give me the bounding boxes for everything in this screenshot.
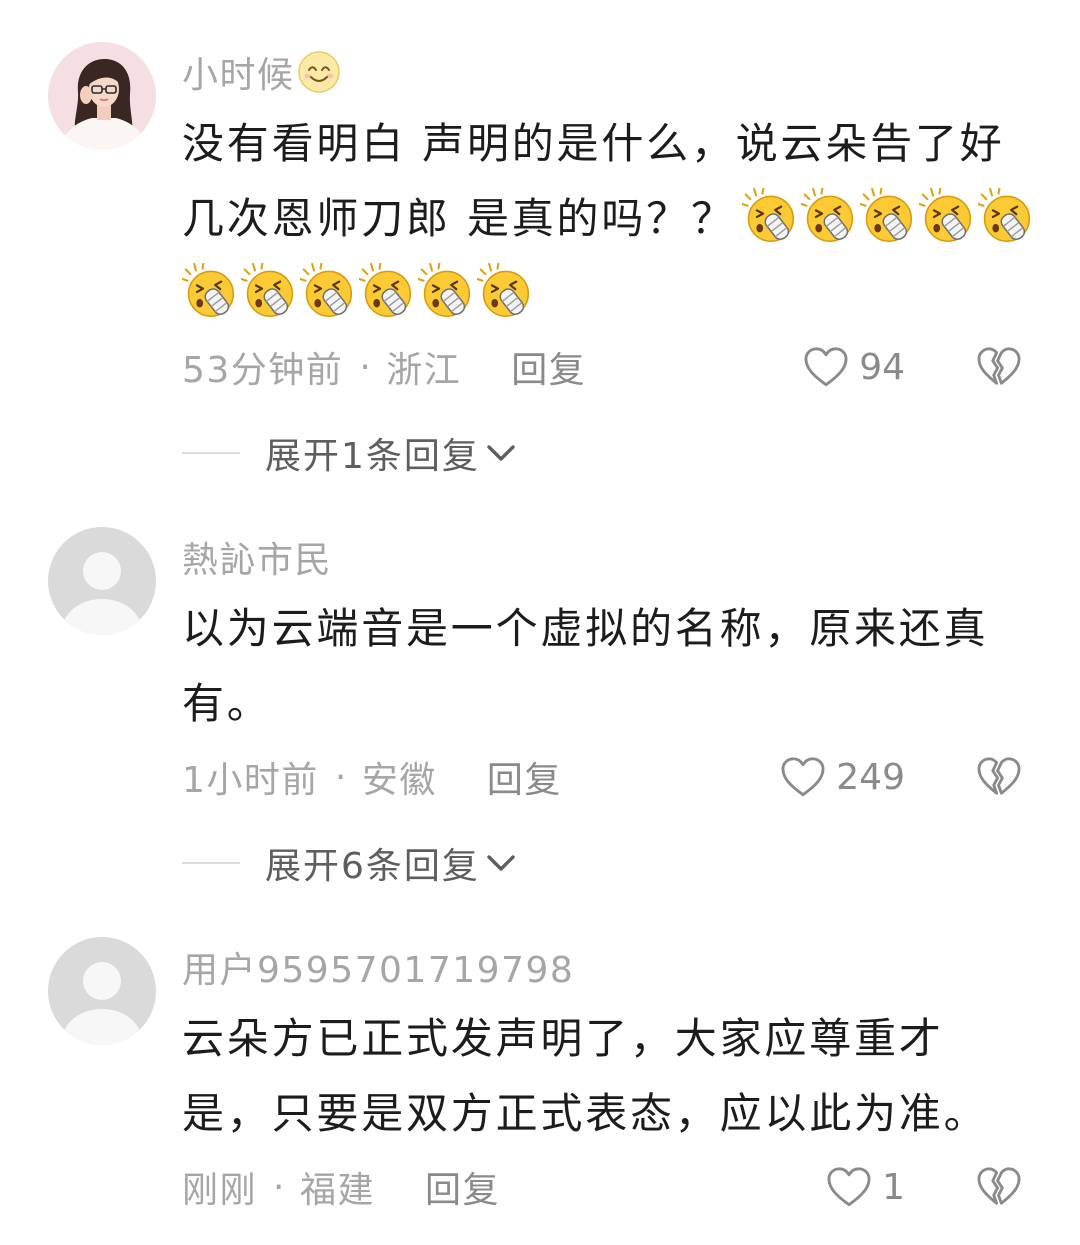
user-avatar[interactable]	[48, 937, 156, 1045]
reply-button[interactable]: 回复	[425, 1161, 500, 1213]
comment-meta: 刚刚 · 福建 回复 1	[182, 1157, 1080, 1217]
comment-line: 几次恩师刀郎 是真的吗？？	[182, 178, 1080, 253]
shocked-face-emoji-icon	[741, 187, 795, 243]
expand-replies-button[interactable]: 展开6条回复	[182, 833, 1080, 893]
default-avatar-icon	[48, 937, 156, 1045]
user-avatar[interactable]	[48, 42, 156, 150]
comment-location: 安徽	[361, 760, 437, 801]
expand-divider	[182, 862, 240, 864]
username-row: 熱訫市民	[182, 532, 1080, 582]
comment-line-text: 是，只要是双方正式表态，应以此为准。	[182, 1089, 989, 1138]
woman-photo-avatar-icon	[48, 42, 156, 150]
user-avatar[interactable]	[48, 527, 156, 635]
comment-text[interactable]: 没有看明白 声明的是什么，说云朵告了好 几次恩师刀郎 是真的吗？？	[182, 103, 1080, 328]
like-button[interactable]: 249	[780, 747, 905, 807]
comment-line-text: 几次恩师刀郎 是真的吗？？	[182, 194, 736, 243]
expand-replies-label: 展开6条回复	[265, 846, 480, 887]
username-row: 用户9595701719798	[182, 942, 1080, 992]
heart-outline-icon	[781, 757, 825, 797]
comment-line: 以为云端音是一个虚拟的名称，原来还真	[182, 588, 1080, 663]
comment-time: 53分钟前	[182, 350, 344, 391]
shocked-face-emoji-icon	[359, 262, 412, 318]
default-avatar-icon	[48, 527, 156, 635]
emoji-group	[182, 262, 536, 319]
like-button[interactable]: 94	[803, 337, 905, 397]
chevron-down-icon	[487, 445, 515, 461]
comment-meta: 53分钟前 · 浙江 回复 94	[182, 337, 1080, 397]
broken-heart-icon	[977, 757, 1021, 795]
shocked-face-emoji-icon	[300, 262, 353, 318]
shocked-face-emoji-icon	[182, 262, 235, 318]
reply-button[interactable]: 回复	[511, 341, 586, 393]
like-count: 94	[859, 346, 905, 388]
username[interactable]: 熱訫市民	[182, 531, 332, 583]
username-row: 小时候	[182, 47, 1080, 97]
expand-divider	[182, 452, 240, 454]
dislike-button[interactable]	[976, 1166, 1022, 1208]
shocked-face-emoji-icon	[241, 262, 294, 318]
comment-line: 没有看明白 声明的是什么，说云朵告了好	[182, 103, 1080, 178]
username[interactable]: 小时候	[182, 46, 295, 98]
broken-heart-icon	[977, 1167, 1021, 1205]
broken-heart-icon	[977, 347, 1021, 385]
comment-line: 有。	[182, 663, 1080, 738]
comment-location: 福建	[299, 1170, 375, 1211]
comment-location: 浙江	[386, 350, 462, 391]
heart-outline-icon	[827, 1167, 871, 1207]
shocked-face-emoji-icon	[918, 187, 972, 243]
shocked-face-emoji-icon	[859, 187, 913, 243]
shocked-face-emoji-icon	[418, 262, 471, 318]
comment-line: 是，只要是双方正式表态，应以此为准。	[182, 1073, 1080, 1148]
username[interactable]: 用户9595701719798	[182, 941, 574, 993]
comment-item: 小时候 没有看明白 声明的是什么，说云朵告了好 几次恩师刀郎 是真的吗？？ 53…	[0, 42, 1080, 483]
emoji-group	[741, 187, 1037, 244]
comment-item: 用户9595701719798 云朵方已正式发声明了，大家应尊重才 是，只要是双…	[0, 937, 1080, 1217]
dislike-button[interactable]	[976, 756, 1022, 798]
meta-separator: ·	[359, 346, 373, 388]
meta-separator: ·	[273, 1166, 286, 1208]
comment-line	[182, 253, 1080, 328]
comment-line-text: 没有看明白 声明的是什么，说云朵告了好	[182, 119, 1005, 168]
comment-text[interactable]: 以为云端音是一个虚拟的名称，原来还真 有。	[182, 588, 1080, 738]
chevron-down-icon	[487, 855, 515, 871]
like-count: 1	[882, 1166, 905, 1208]
like-button[interactable]: 1	[826, 1157, 905, 1217]
shocked-face-emoji-icon	[800, 187, 854, 243]
comment-line-text: 以为云端音是一个虚拟的名称，原来还真	[182, 604, 989, 653]
like-count: 249	[836, 756, 905, 798]
expand-replies-button[interactable]: 展开1条回复	[182, 423, 1080, 483]
smiling-face-emoji-icon	[297, 51, 340, 93]
comment-meta: 1小时前 · 安徽 回复 249	[182, 747, 1080, 807]
comment-line-text: 有。	[182, 679, 272, 728]
comment-text[interactable]: 云朵方已正式发声明了，大家应尊重才 是，只要是双方正式表态，应以此为准。	[182, 998, 1080, 1148]
heart-outline-icon	[804, 347, 848, 387]
reply-button[interactable]: 回复	[487, 751, 562, 803]
shocked-face-emoji-icon	[477, 262, 530, 318]
comment-item: 熱訫市民 以为云端音是一个虚拟的名称，原来还真 有。 1小时前 · 安徽 回复 …	[0, 527, 1080, 893]
shocked-face-emoji-icon	[977, 187, 1031, 243]
comment-line: 云朵方已正式发声明了，大家应尊重才	[182, 998, 1080, 1073]
comment-time: 刚刚	[182, 1170, 258, 1211]
comment-time: 1小时前	[182, 760, 319, 801]
dislike-button[interactable]	[976, 346, 1022, 388]
expand-replies-label: 展开1条回复	[265, 436, 480, 477]
comment-line-text: 云朵方已正式发声明了，大家应尊重才	[182, 1014, 944, 1063]
meta-separator: ·	[334, 756, 348, 798]
